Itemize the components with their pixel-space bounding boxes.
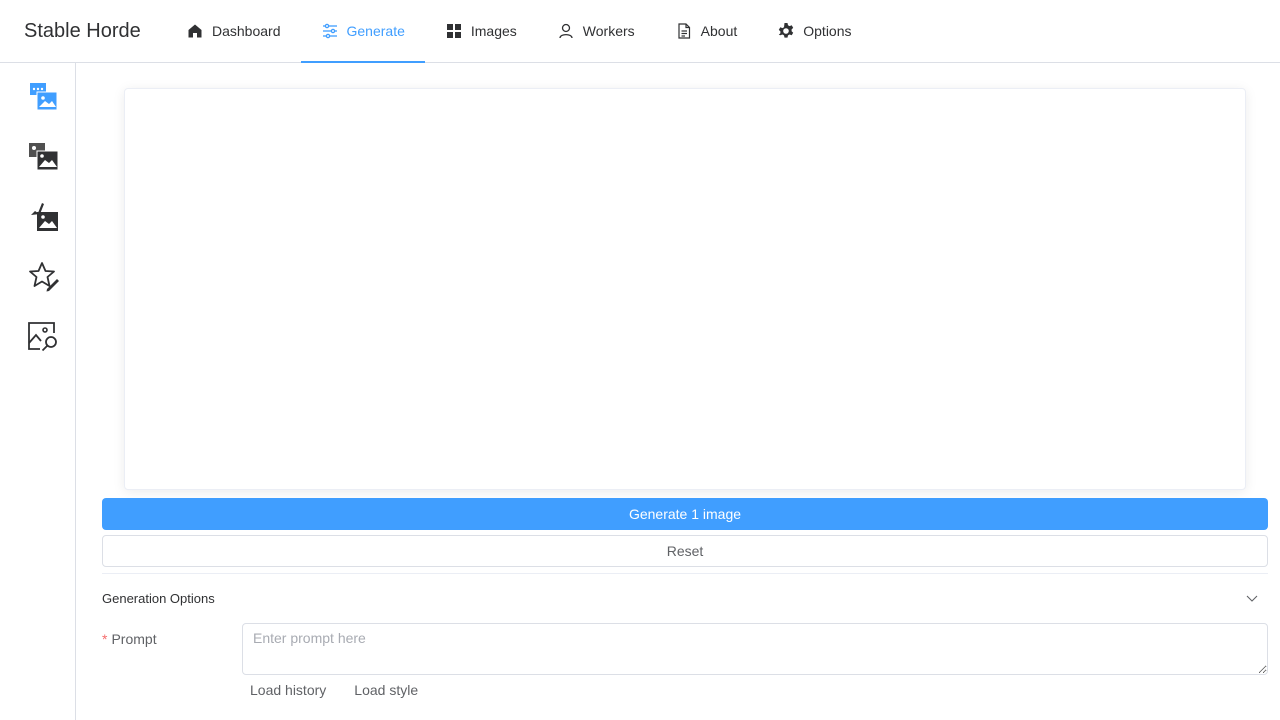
required-mark: * <box>102 631 108 647</box>
brand-title: Stable Horde <box>24 20 141 42</box>
sliders-icon <box>321 22 339 40</box>
generate-button[interactable]: Generate 1 image <box>102 498 1268 530</box>
home-icon <box>186 22 204 40</box>
nav-label: About <box>700 23 738 39</box>
nav-label: Images <box>470 23 517 39</box>
nav-item-about[interactable]: About <box>655 0 758 62</box>
text-to-image-icon <box>30 83 58 111</box>
section-divider <box>102 573 1268 574</box>
prompt-label-text: Prompt <box>111 631 157 647</box>
reset-button[interactable]: Reset <box>102 535 1268 567</box>
nav-item-options[interactable]: Options <box>757 0 871 62</box>
sidebar <box>0 63 76 720</box>
grid-icon <box>445 22 463 40</box>
main-nav: Dashboard Generate Images Workers About <box>166 0 872 63</box>
generation-options-toggle[interactable]: Generation Options <box>102 586 1268 610</box>
sidebar-item-rating[interactable] <box>26 259 60 293</box>
document-icon <box>675 22 693 40</box>
nav-item-images[interactable]: Images <box>425 0 537 62</box>
main-content: Generate 1 image Reset Generation Option… <box>76 63 1280 720</box>
sidebar-item-img2img[interactable] <box>26 139 60 173</box>
inpaint-icon <box>31 203 58 231</box>
prompt-input[interactable] <box>242 623 1268 675</box>
image-to-image-icon <box>29 143 59 171</box>
sidebar-item-inpainting[interactable] <box>26 199 60 233</box>
section-title: Generation Options <box>102 590 215 606</box>
sidebar-item-text2img[interactable] <box>26 79 60 113</box>
load-style-button[interactable]: Load style <box>346 680 426 700</box>
nav-label: Dashboard <box>212 23 281 39</box>
top-header: Stable Horde Dashboard Generate Images W… <box>0 0 1280 63</box>
nav-label: Workers <box>582 23 635 39</box>
prompt-actions: Load history Load style <box>242 680 438 700</box>
nav-label: Generate <box>346 23 405 39</box>
nav-label: Options <box>803 23 852 39</box>
image-preview-area <box>124 88 1246 490</box>
image-search-icon <box>28 322 57 352</box>
star-edit-icon <box>29 262 59 292</box>
load-history-button[interactable]: Load history <box>242 680 334 700</box>
nav-item-dashboard[interactable]: Dashboard <box>166 0 301 62</box>
chevron-down-icon <box>1246 595 1258 602</box>
nav-item-workers[interactable]: Workers <box>537 0 655 62</box>
gear-icon <box>777 22 795 40</box>
user-icon <box>557 22 575 40</box>
nav-item-generate[interactable]: Generate <box>300 0 426 63</box>
sidebar-item-interrogation[interactable] <box>26 319 60 353</box>
prompt-label: * Prompt <box>102 631 157 647</box>
